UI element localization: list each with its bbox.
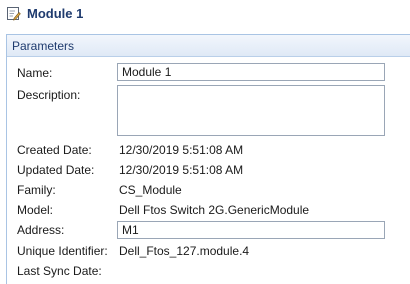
unique-identifier-label: Unique Identifier: <box>17 244 108 258</box>
window-title: Module 1 <box>27 6 84 21</box>
name-input[interactable]: Module 1 <box>117 63 385 81</box>
panel-header-label: Parameters <box>12 39 75 53</box>
family-label: Family: <box>17 183 56 197</box>
parameters-panel: Parameters Name: Module 1 Description: C… <box>6 34 410 284</box>
last-sync-date-label: Last Sync Date: <box>17 264 102 278</box>
module-properties-window: Module 1 Parameters Name: Module 1 Descr… <box>0 0 410 284</box>
address-label: Address: <box>17 223 65 237</box>
edit-document-icon <box>6 6 21 21</box>
updated-date-label: Updated Date: <box>17 163 95 177</box>
updated-date-value: 12/30/2019 5:51:08 AM <box>119 163 244 177</box>
address-input[interactable]: M1 <box>117 221 385 239</box>
created-date-value: 12/30/2019 5:51:08 AM <box>119 143 244 157</box>
created-date-label: Created Date: <box>17 143 92 157</box>
description-label: Description: <box>17 88 81 102</box>
name-label: Name: <box>17 66 53 80</box>
family-value: CS_Module <box>119 183 182 197</box>
description-textarea[interactable] <box>117 85 385 136</box>
model-label: Model: <box>17 203 54 217</box>
parameters-panel-header: Parameters <box>7 35 410 57</box>
unique-identifier-value: Dell_Ftos_127.module.4 <box>119 244 250 258</box>
model-value: Dell Ftos Switch 2G.GenericModule <box>119 203 310 217</box>
title-bar: Module 1 <box>0 0 410 28</box>
